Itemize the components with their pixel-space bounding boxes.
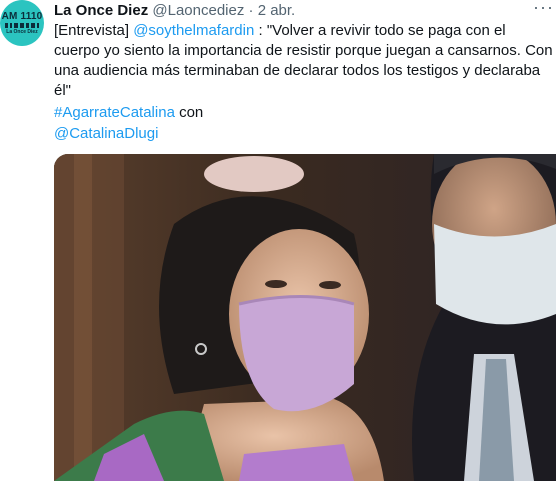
photo-illustration [54, 154, 556, 481]
tweet-date[interactable]: 2 abr. [258, 2, 296, 19]
tweet-header: La Once Diez @Laoncediez · 2 abr. ··· [54, 0, 556, 22]
more-options-icon[interactable]: ··· [533, 0, 554, 16]
avatar-subtitle: La Once Diez [6, 28, 38, 35]
mention-link-2[interactable]: @CatalinaDlugi [54, 125, 158, 142]
mention-link[interactable]: @soythelmafardin [133, 22, 254, 39]
separator-dot: · [248, 2, 254, 19]
con-text: con [174, 104, 204, 121]
tweet-text-prefix: [Entrevista] [54, 22, 134, 39]
avatar-logo-text: AM 1110 [1, 10, 43, 22]
hashtag-link[interactable]: #AgarrateCatalina [54, 104, 175, 121]
tweet-photo[interactable] [54, 154, 556, 481]
author-handle[interactable]: @Laoncediez [152, 2, 244, 19]
skyline-icon [5, 22, 39, 28]
tweet-text: [Entrevista] @soythelmafardin : "Volver … [54, 21, 554, 101]
tweet-tags: #AgarrateCatalina con @CatalinaDlugi [54, 102, 203, 144]
author-name[interactable]: La Once Diez [54, 2, 148, 19]
avatar[interactable]: AM 1110 La Once Diez [0, 0, 44, 46]
